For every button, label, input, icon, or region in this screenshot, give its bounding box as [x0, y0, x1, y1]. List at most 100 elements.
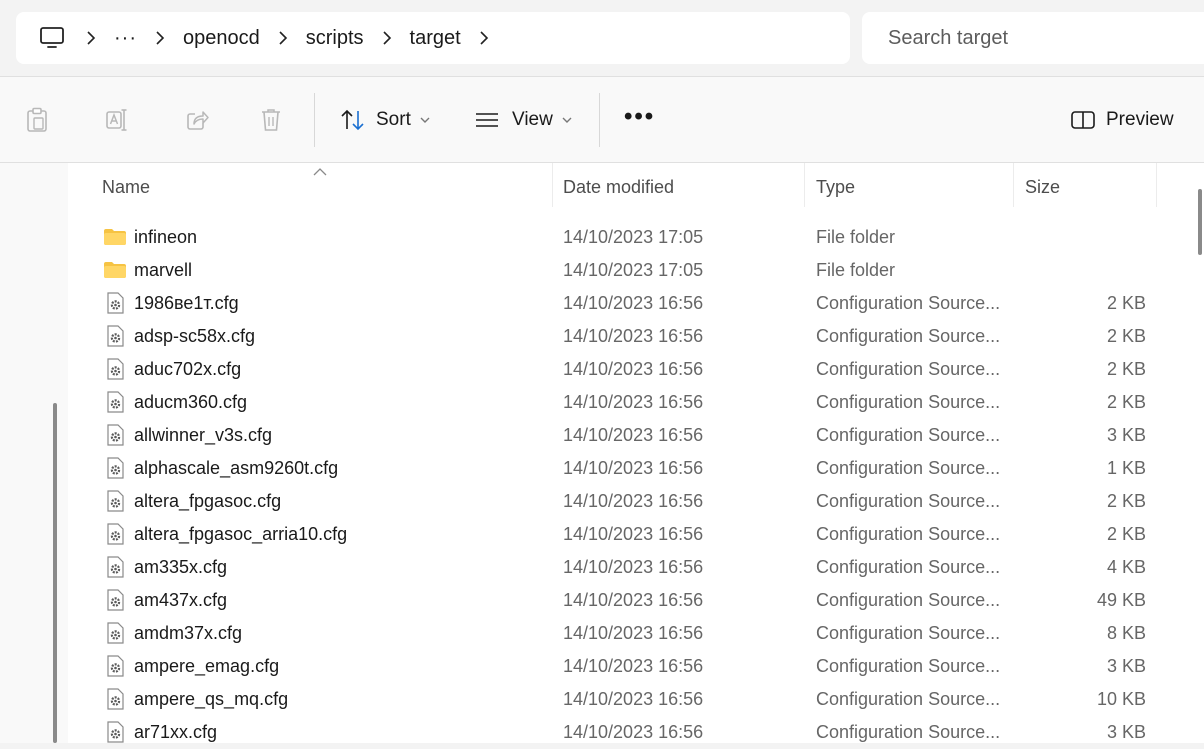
file-type: File folder	[816, 227, 896, 247]
config-file-icon	[103, 588, 127, 612]
file-row[interactable]: aducm360.cfg 14/10/2023 16:56 Configuratio…	[70, 386, 1190, 419]
navigation-pane[interactable]	[0, 163, 68, 743]
file-row[interactable]: aduc702x.cfg 14/10/2023 16:56 Configuratio…	[70, 353, 1190, 386]
file-date-modified: 14/10/2023 16:56	[563, 557, 704, 577]
file-size: 2 KB	[1106, 359, 1146, 379]
file-size: 2 KB	[1106, 524, 1146, 544]
config-file-icon	[103, 390, 127, 414]
chevron-right-icon[interactable]	[84, 31, 98, 45]
rename-icon[interactable]	[102, 105, 132, 135]
computer-icon[interactable]	[36, 26, 68, 50]
file-date-modified: 14/10/2023 16:56	[563, 524, 704, 544]
file-date-modified: 14/10/2023 16:56	[563, 425, 704, 445]
column-header-name[interactable]: Name	[102, 177, 150, 198]
file-name: ampere_qs_mq.cfg	[134, 689, 289, 709]
config-file-icon	[103, 489, 127, 513]
config-file-icon	[103, 423, 127, 447]
file-row[interactable]: ar71xx.cfg 14/10/2023 16:56 Configuration …	[70, 716, 1190, 749]
column-header-type[interactable]: Type	[816, 177, 855, 198]
file-row[interactable]: altera_fpgasoc.cfg 14/10/2023 16:56 Config…	[70, 485, 1190, 518]
file-name: ar71xx.cfg	[134, 722, 218, 742]
file-size: 1 KB	[1106, 458, 1146, 478]
file-row[interactable]: alphascale_asm9260t.cfg 14/10/2023 16:56 C…	[70, 452, 1190, 485]
breadcrumb-openocd[interactable]: openocd	[183, 27, 260, 50]
delete-icon[interactable]	[256, 105, 286, 135]
file-date-modified: 14/10/2023 16:56	[563, 392, 704, 412]
config-file-icon	[103, 456, 127, 480]
file-size: 10 KB	[1096, 689, 1146, 709]
file-name: amdm37x.cfg	[134, 623, 243, 643]
file-name: allwinner_v3s.cfg	[134, 425, 273, 445]
file-type: Configuration Source...	[816, 557, 1001, 577]
chevron-right-icon[interactable]	[477, 31, 491, 45]
file-row[interactable]: adsp-sc58x.cfg 14/10/2023 16:56 Configurat…	[70, 320, 1190, 353]
preview-label: Preview	[1106, 109, 1174, 130]
folder-icon	[103, 258, 127, 282]
preview-pane-icon	[1070, 110, 1096, 130]
file-row[interactable]: marvell 14/10/2023 17:05 File folder	[70, 254, 1190, 287]
column-resize-handle[interactable]	[804, 163, 805, 207]
command-bar: Sort View ••• Preview	[0, 77, 1204, 162]
sort-ascending-icon	[313, 163, 327, 181]
toolbar-divider	[314, 93, 315, 147]
chevron-right-icon[interactable]	[153, 31, 167, 45]
preview-pane-button[interactable]: Preview	[1070, 102, 1174, 138]
file-row[interactable]: altera_fpgasoc_arria10.cfg 14/10/2023 16:…	[70, 518, 1190, 551]
file-name: alphascale_asm9260t.cfg	[134, 458, 339, 478]
sort-button[interactable]: Sort	[340, 102, 430, 138]
search-box[interactable]	[862, 12, 1204, 64]
view-button[interactable]: View	[474, 102, 572, 138]
file-type: Configuration Source...	[816, 293, 1001, 313]
navigation-pane-scrollbar[interactable]	[53, 403, 57, 743]
breadcrumb-overflow[interactable]: ···	[114, 27, 137, 50]
file-row[interactable]: am335x.cfg 14/10/2023 16:56 Configuration …	[70, 551, 1190, 584]
more-options-button[interactable]: •••	[624, 105, 655, 129]
paste-icon[interactable]	[22, 105, 52, 135]
file-date-modified: 14/10/2023 16:56	[563, 359, 704, 379]
config-file-icon	[103, 720, 127, 744]
share-icon[interactable]	[182, 105, 212, 135]
file-row[interactable]: am437x.cfg 14/10/2023 16:56 Configuration …	[70, 584, 1190, 617]
file-type: Configuration Source...	[816, 722, 1001, 742]
file-size: 49 KB	[1096, 590, 1146, 610]
file-size: 2 KB	[1106, 491, 1146, 511]
file-type: Configuration Source...	[816, 689, 1001, 709]
chevron-right-icon[interactable]	[380, 31, 394, 45]
view-list-icon	[474, 111, 500, 129]
scrollbar-thumb[interactable]	[1198, 189, 1202, 255]
column-resize-handle[interactable]	[1013, 163, 1014, 207]
file-row[interactable]: ampere_qs_mq.cfg 14/10/2023 16:56 Configur…	[70, 683, 1190, 716]
file-type: Configuration Source...	[816, 326, 1001, 346]
content-area: Name Date modified Type Size infineon 14/…	[0, 163, 1204, 743]
column-header-date-modified[interactable]: Date modified	[563, 177, 674, 198]
file-row[interactable]: ampere_emag.cfg 14/10/2023 16:56 Configura…	[70, 650, 1190, 683]
file-name: ampere_emag.cfg	[134, 656, 280, 676]
file-type: Configuration Source...	[816, 491, 1001, 511]
file-type: File folder	[816, 260, 896, 280]
address-bar[interactable]: ··· openocd scripts target	[16, 12, 850, 64]
file-row[interactable]: infineon 14/10/2023 17:05 File folder	[70, 221, 1190, 254]
breadcrumb-target[interactable]: target	[410, 27, 461, 50]
chevron-right-icon[interactable]	[276, 31, 290, 45]
column-header-size[interactable]: Size	[1025, 177, 1060, 198]
column-resize-handle[interactable]	[552, 163, 553, 207]
file-size: 3 KB	[1106, 722, 1146, 742]
vertical-scrollbar[interactable]	[1190, 163, 1204, 743]
file-row[interactable]: amdm37x.cfg 14/10/2023 16:56 Configuration…	[70, 617, 1190, 650]
file-size: 2 KB	[1106, 326, 1146, 346]
file-row[interactable]: 1986ве1т.cfg 14/10/2023 16:56 Configuratio…	[70, 287, 1190, 320]
view-label: View	[512, 109, 553, 130]
search-input[interactable]	[886, 25, 1190, 51]
column-resize-handle[interactable]	[1156, 163, 1157, 207]
file-type: Configuration Source...	[816, 524, 1001, 544]
file-type: Configuration Source...	[816, 656, 1001, 676]
file-name: adsp-sc58x.cfg	[134, 326, 256, 346]
folder-icon	[103, 225, 127, 249]
file-date-modified: 14/10/2023 16:56	[563, 491, 704, 511]
file-name: marvell	[134, 260, 193, 280]
file-row[interactable]: allwinner_v3s.cfg 14/10/2023 16:56 Configu…	[70, 419, 1190, 452]
config-file-icon	[103, 324, 127, 348]
file-date-modified: 14/10/2023 16:56	[563, 656, 704, 676]
breadcrumb-scripts[interactable]: scripts	[306, 27, 364, 50]
column-headers: Name Date modified Type Size	[70, 163, 1190, 207]
